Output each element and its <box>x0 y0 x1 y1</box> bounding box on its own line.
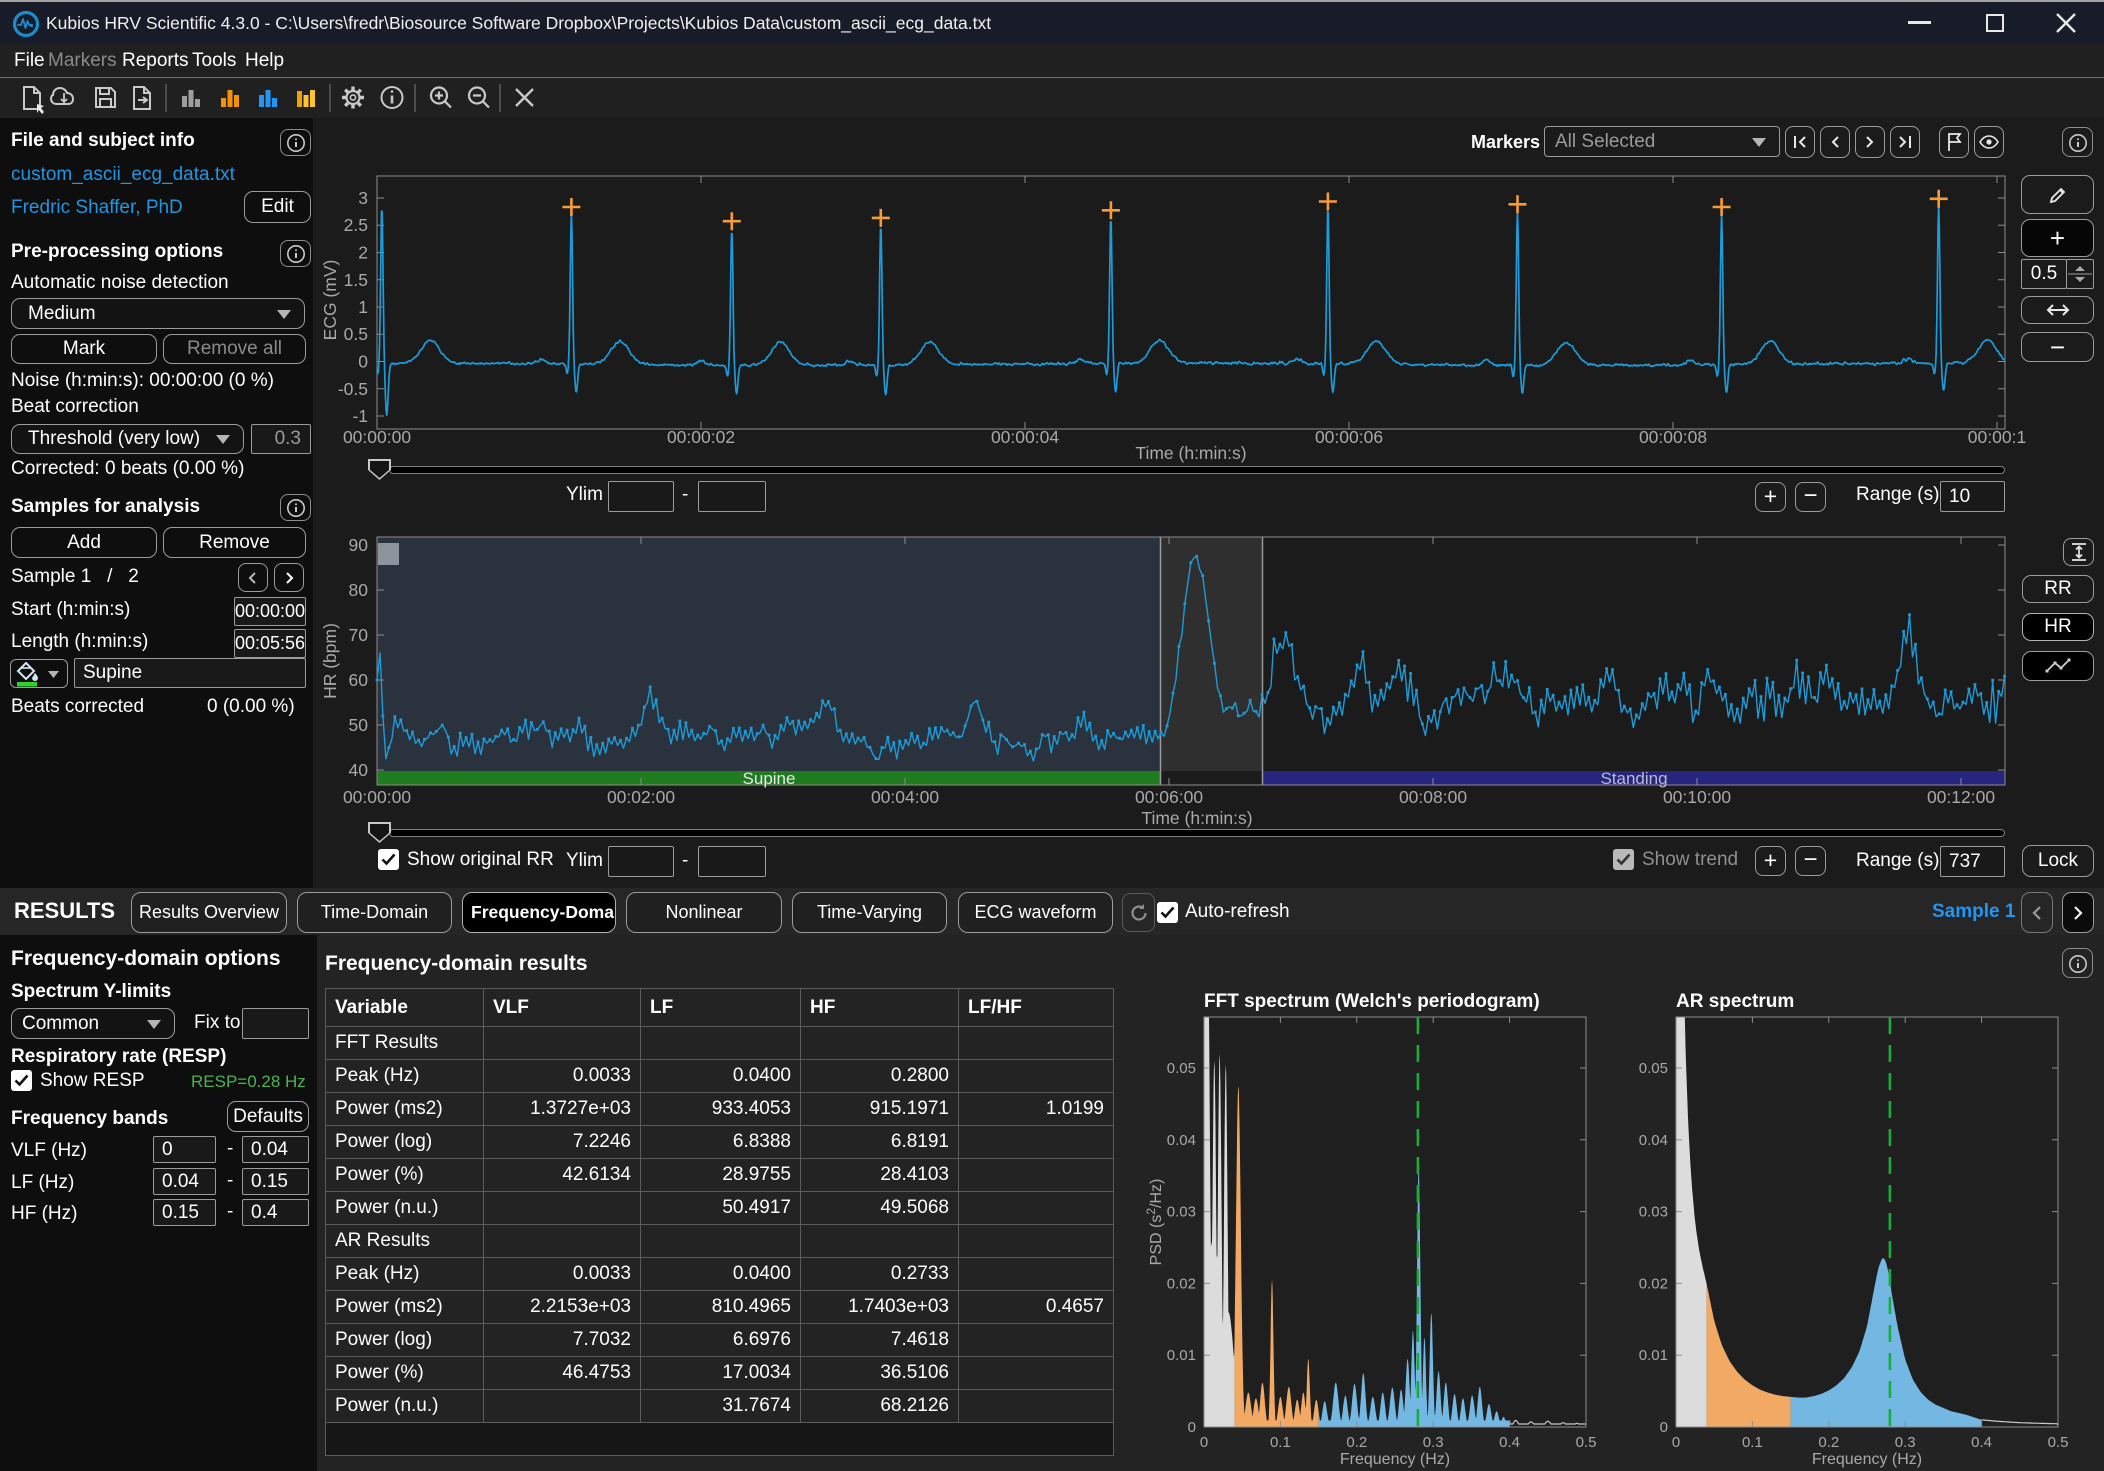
svg-text:0.5: 0.5 <box>344 324 368 344</box>
svg-text:0.4: 0.4 <box>1971 1434 1992 1451</box>
svg-text:70: 70 <box>349 625 369 645</box>
svg-text:0.2: 0.2 <box>1346 1434 1367 1451</box>
svg-text:60: 60 <box>349 670 369 690</box>
svg-text:00:00:06: 00:00:06 <box>1315 427 1383 447</box>
svg-text:2: 2 <box>358 243 368 263</box>
svg-text:AR spectrum: AR spectrum <box>1676 991 1794 1012</box>
svg-text:-1: -1 <box>352 406 368 426</box>
svg-text:Frequency (Hz): Frequency (Hz) <box>1812 1451 1922 1468</box>
svg-text:0.3: 0.3 <box>1423 1434 1444 1451</box>
svg-text:0.05: 0.05 <box>1639 1060 1668 1077</box>
svg-text:FFT spectrum (Welch's periodog: FFT spectrum (Welch's periodogram) <box>1204 991 1540 1012</box>
svg-text:00:06:00: 00:06:00 <box>1135 787 1203 807</box>
svg-text:ECG (mV): ECG (mV) <box>320 260 340 341</box>
svg-text:0: 0 <box>1200 1434 1208 1451</box>
svg-text:0.1: 0.1 <box>1742 1434 1763 1451</box>
svg-text:00:00:04: 00:00:04 <box>991 427 1059 447</box>
svg-text:0.1: 0.1 <box>1270 1434 1291 1451</box>
svg-text:40: 40 <box>349 760 369 780</box>
svg-text:Supine: Supine <box>743 769 796 788</box>
svg-text:2.5: 2.5 <box>344 215 368 235</box>
svg-text:0.2: 0.2 <box>1818 1434 1839 1451</box>
svg-text:00:00:02: 00:00:02 <box>667 427 735 447</box>
svg-text:0: 0 <box>1188 1419 1196 1436</box>
svg-text:90: 90 <box>349 535 369 555</box>
svg-text:00:08:00: 00:08:00 <box>1399 787 1467 807</box>
svg-text:00:00:00: 00:00:00 <box>343 787 411 807</box>
svg-text:-0.5: -0.5 <box>338 379 368 399</box>
svg-text:00:02:00: 00:02:00 <box>607 787 675 807</box>
svg-text:0.04: 0.04 <box>1639 1132 1668 1149</box>
svg-text:0: 0 <box>1660 1419 1668 1436</box>
svg-text:00:00:00: 00:00:00 <box>343 427 411 447</box>
svg-text:0.05: 0.05 <box>1167 1060 1196 1077</box>
svg-text:00:12:00: 00:12:00 <box>1927 787 1995 807</box>
svg-text:80: 80 <box>349 580 369 600</box>
svg-text:0: 0 <box>1672 1434 1680 1451</box>
svg-text:Standing: Standing <box>1600 769 1667 788</box>
svg-text:0.02: 0.02 <box>1167 1275 1196 1292</box>
svg-text:0.01: 0.01 <box>1639 1347 1668 1364</box>
svg-text:0.5: 0.5 <box>2048 1434 2069 1451</box>
svg-text:0.5: 0.5 <box>1576 1434 1597 1451</box>
svg-text:0.3: 0.3 <box>1895 1434 1916 1451</box>
svg-text:0: 0 <box>358 352 368 372</box>
svg-text:00:00:1: 00:00:1 <box>1968 427 2026 447</box>
svg-text:3: 3 <box>358 188 368 208</box>
svg-text:0.03: 0.03 <box>1639 1204 1668 1221</box>
svg-text:00:10:00: 00:10:00 <box>1663 787 1731 807</box>
svg-text:PSD (s2/Hz): PSD (s2/Hz) <box>1144 1179 1165 1266</box>
svg-text:00:00:08: 00:00:08 <box>1639 427 1707 447</box>
svg-text:1.5: 1.5 <box>344 270 368 290</box>
svg-text:1: 1 <box>358 297 368 317</box>
svg-text:0.4: 0.4 <box>1499 1434 1520 1451</box>
svg-text:Time (h:min:s): Time (h:min:s) <box>1141 808 1252 828</box>
svg-text:0.02: 0.02 <box>1639 1275 1668 1292</box>
svg-text:50: 50 <box>349 715 369 735</box>
svg-text:0.03: 0.03 <box>1167 1204 1196 1221</box>
svg-text:Frequency (Hz): Frequency (Hz) <box>1340 1451 1450 1468</box>
svg-text:00:04:00: 00:04:00 <box>871 787 939 807</box>
svg-text:HR (bpm): HR (bpm) <box>320 623 340 699</box>
svg-text:0.01: 0.01 <box>1167 1347 1196 1364</box>
svg-text:0.04: 0.04 <box>1167 1132 1196 1149</box>
svg-text:Time (h:min:s): Time (h:min:s) <box>1135 443 1246 463</box>
